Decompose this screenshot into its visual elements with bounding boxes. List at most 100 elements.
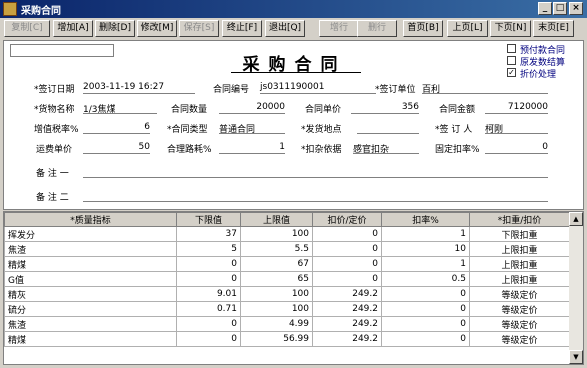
cell-price[interactable]: 249.2 bbox=[312, 301, 382, 317]
checkbox-discount[interactable]: ✓ 折价处理 bbox=[507, 67, 585, 80]
cell-upper[interactable]: 100 bbox=[240, 286, 313, 302]
cell-method[interactable]: 下限扣重 bbox=[469, 226, 570, 242]
cell-rate[interactable]: 0 bbox=[381, 331, 470, 347]
vertical-scrollbar[interactable]: ▲ ▼ bbox=[569, 212, 583, 364]
cell-lower[interactable]: 0 bbox=[176, 271, 241, 287]
cell-indicator[interactable]: 挥发分 bbox=[4, 226, 177, 242]
cell-rate[interactable]: 0.5 bbox=[381, 271, 470, 287]
checkbox-prepaid[interactable]: 预付款合同 bbox=[507, 43, 585, 56]
cell-rate[interactable]: 0 bbox=[381, 316, 470, 332]
cell-upper[interactable]: 5.5 bbox=[240, 241, 313, 257]
column-header[interactable]: 上限值 bbox=[240, 212, 313, 227]
table-row[interactable]: 精灰 9.01 100 249.2 0 等级定价 bbox=[4, 286, 570, 302]
cell-method[interactable]: 等级定价 bbox=[469, 301, 570, 317]
cell-rate[interactable]: 1 bbox=[381, 226, 470, 242]
column-header[interactable]: 扣价/定价 bbox=[312, 212, 382, 227]
cell-lower[interactable]: 0 bbox=[176, 256, 241, 272]
first-page-button[interactable]: 首页[B] bbox=[403, 20, 443, 37]
cell-lower[interactable]: 5 bbox=[176, 241, 241, 257]
qty-field[interactable]: 20000 bbox=[219, 102, 285, 114]
amount-field[interactable]: 7120000 bbox=[485, 102, 548, 114]
freight-field[interactable]: 50 bbox=[83, 142, 150, 154]
next-page-button[interactable]: 下页[N] bbox=[490, 20, 531, 37]
cell-rate[interactable]: 1 bbox=[381, 256, 470, 272]
table-row[interactable]: 焦渣 5 5.5 0 10 上限扣重 bbox=[4, 241, 570, 257]
maximize-button[interactable]: □ bbox=[553, 2, 567, 15]
cell-price[interactable]: 249.2 bbox=[312, 316, 382, 332]
cell-upper[interactable]: 100 bbox=[240, 301, 313, 317]
cell-indicator[interactable]: G值 bbox=[4, 271, 177, 287]
sign-date-field[interactable]: 2003-11-19 16:27 bbox=[83, 82, 195, 94]
cell-upper[interactable]: 100 bbox=[240, 226, 313, 242]
price-field[interactable]: 356 bbox=[351, 102, 419, 114]
cell-method[interactable]: 等级定价 bbox=[469, 331, 570, 347]
cell-lower[interactable]: 0.71 bbox=[176, 301, 241, 317]
scroll-up-icon[interactable]: ▲ bbox=[569, 212, 583, 226]
cell-rate[interactable]: 10 bbox=[381, 241, 470, 257]
column-header[interactable]: 下限值 bbox=[176, 212, 241, 227]
cell-indicator[interactable]: 精灰 bbox=[4, 286, 177, 302]
cell-indicator[interactable]: 精煤 bbox=[4, 256, 177, 272]
delete-row-button[interactable]: 删行 bbox=[357, 20, 397, 37]
save-button[interactable]: 保存[S] bbox=[179, 20, 219, 37]
table-row[interactable]: 硫分 0.71 100 249.2 0 等级定价 bbox=[4, 301, 570, 317]
abort-button[interactable]: 终止[F] bbox=[222, 20, 262, 37]
cell-lower[interactable]: 37 bbox=[176, 226, 241, 242]
vat-field[interactable]: 6 bbox=[83, 122, 150, 134]
cell-upper[interactable]: 56.99 bbox=[240, 331, 313, 347]
cell-price[interactable]: 249.2 bbox=[312, 286, 382, 302]
fixed-field[interactable]: 0 bbox=[485, 142, 548, 154]
column-header[interactable]: 扣率% bbox=[381, 212, 470, 227]
cell-indicator[interactable]: 精煤 bbox=[4, 331, 177, 347]
minimize-button[interactable]: _ bbox=[538, 2, 552, 15]
type-field[interactable]: 普通合同 bbox=[219, 122, 285, 135]
add-button[interactable]: 增加[A] bbox=[53, 20, 93, 37]
add-row-button[interactable]: 增行 bbox=[319, 20, 359, 37]
cell-lower[interactable]: 9.01 bbox=[176, 286, 241, 302]
table-row[interactable]: 挥发分 37 100 0 1 下限扣重 bbox=[4, 226, 570, 242]
loss-field[interactable]: 1 bbox=[219, 142, 285, 154]
cell-method[interactable]: 上限扣重 bbox=[469, 241, 570, 257]
column-header[interactable]: *质量指标 bbox=[4, 212, 177, 227]
cell-upper[interactable]: 65 bbox=[240, 271, 313, 287]
last-page-button[interactable]: 末页[E] bbox=[533, 20, 574, 37]
table-row[interactable]: 焦渣 0 4.99 249.2 0 等级定价 bbox=[4, 316, 570, 332]
remark1-field[interactable] bbox=[83, 166, 548, 178]
checkbox-original-settlement[interactable]: 原发数结算 bbox=[507, 55, 585, 68]
table-row[interactable]: G值 0 65 0 0.5 上限扣重 bbox=[4, 271, 570, 287]
cell-price[interactable]: 0 bbox=[312, 271, 382, 287]
cell-indicator[interactable]: 焦渣 bbox=[4, 316, 177, 332]
cell-rate[interactable]: 0 bbox=[381, 301, 470, 317]
cell-price[interactable]: 0 bbox=[312, 241, 382, 257]
column-header[interactable]: *扣重/扣价 bbox=[469, 212, 570, 227]
deduct-field[interactable]: 感官扣杂 bbox=[353, 142, 419, 155]
table-row[interactable]: 精煤 0 67 0 1 上限扣重 bbox=[4, 256, 570, 272]
cell-upper[interactable]: 67 bbox=[240, 256, 313, 272]
sign-unit-field[interactable]: 百利 bbox=[422, 82, 548, 95]
delete-button[interactable]: 删除[D] bbox=[95, 20, 135, 37]
ship-field[interactable] bbox=[357, 122, 419, 134]
close-button[interactable]: × bbox=[569, 2, 583, 15]
goods-field[interactable]: 1/3焦煤 bbox=[83, 102, 157, 115]
cell-method[interactable]: 上限扣重 bbox=[469, 256, 570, 272]
cell-lower[interactable]: 0 bbox=[176, 331, 241, 347]
copy-button[interactable]: 复制[C] bbox=[4, 20, 50, 37]
checkbox-box[interactable] bbox=[507, 56, 516, 65]
cell-price[interactable]: 0 bbox=[312, 256, 382, 272]
checkbox-box-checked[interactable]: ✓ bbox=[507, 68, 516, 77]
cell-method[interactable]: 等级定价 bbox=[469, 286, 570, 302]
prev-page-button[interactable]: 上页[L] bbox=[447, 20, 488, 37]
cell-method[interactable]: 上限扣重 bbox=[469, 271, 570, 287]
remark2-field[interactable] bbox=[83, 190, 548, 202]
cell-rate[interactable]: 0 bbox=[381, 286, 470, 302]
exit-button[interactable]: 退出[Q] bbox=[265, 20, 305, 37]
table-row[interactable]: 精煤 0 56.99 249.2 0 等级定价 bbox=[4, 331, 570, 347]
cell-price[interactable]: 249.2 bbox=[312, 331, 382, 347]
cell-indicator[interactable]: 硫分 bbox=[4, 301, 177, 317]
signer-field[interactable]: 柯刚 bbox=[485, 122, 548, 135]
cell-method[interactable]: 等级定价 bbox=[469, 316, 570, 332]
cell-price[interactable]: 0 bbox=[312, 226, 382, 242]
checkbox-box[interactable] bbox=[507, 44, 516, 53]
cell-lower[interactable]: 0 bbox=[176, 316, 241, 332]
contract-no-field[interactable]: js0311190001 bbox=[260, 82, 376, 94]
